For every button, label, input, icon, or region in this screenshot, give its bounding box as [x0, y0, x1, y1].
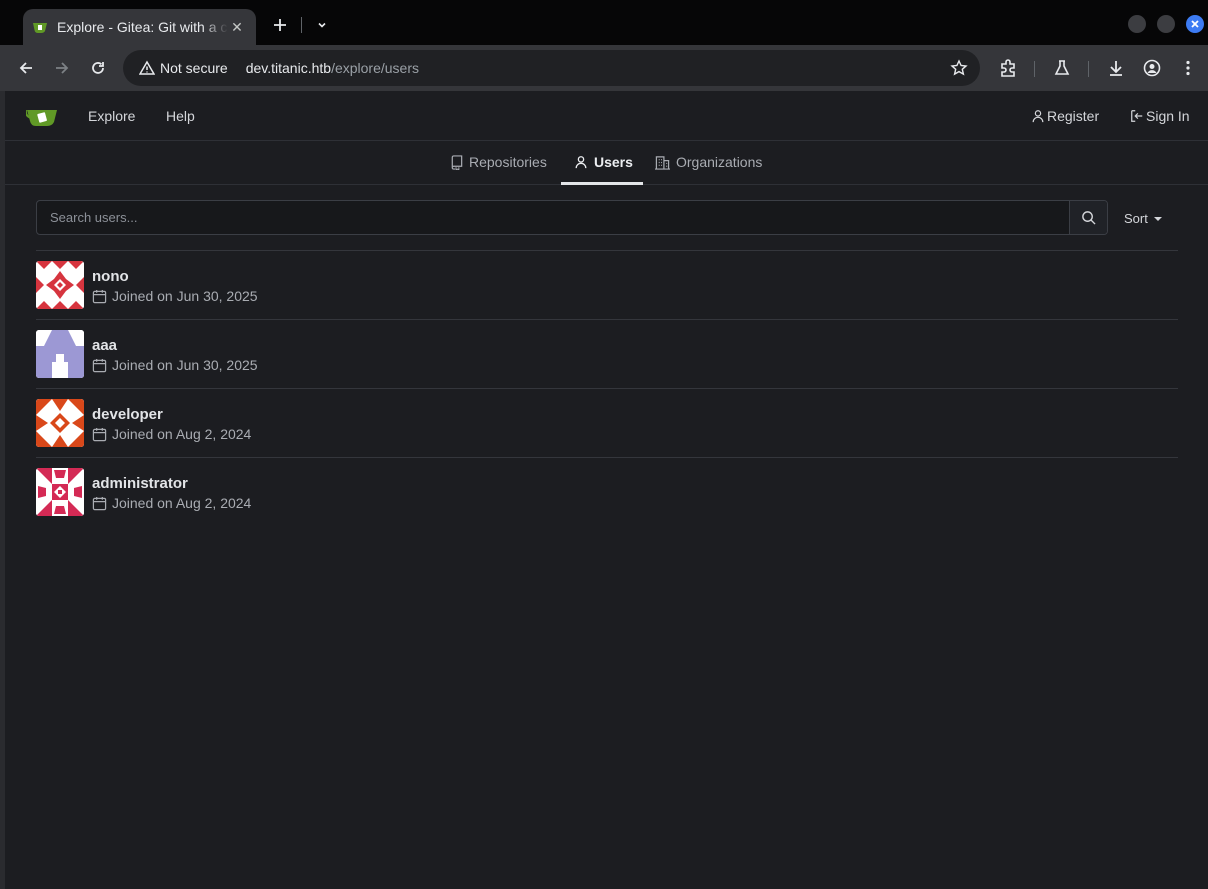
username-link[interactable]: aaa [92, 337, 117, 354]
explore-tabs: Repositories Users Organizations [5, 142, 1208, 185]
download-icon[interactable] [1105, 57, 1127, 79]
tab-title: Explore - Gitea: Git with a cup of tea [57, 19, 228, 35]
active-tab-indicator [561, 182, 643, 185]
identicon-avatar-icon [36, 399, 84, 447]
reload-button[interactable] [86, 56, 110, 80]
tab-separator [301, 17, 302, 33]
avatar[interactable] [36, 261, 84, 309]
joined-date-text: Joined on Aug 2, 2024 [112, 426, 252, 442]
forward-button[interactable] [50, 56, 74, 80]
url-path: /explore/users [331, 60, 419, 76]
arrow-right-icon [56, 62, 69, 74]
nav-help-link[interactable]: Help [166, 108, 195, 124]
avatar[interactable] [36, 399, 84, 447]
joined-date: Joined on Jun 30, 2025 [92, 288, 258, 304]
back-button[interactable] [14, 56, 38, 80]
tab-users-label: Users [594, 154, 633, 170]
tab-organizations-label: Organizations [676, 154, 763, 170]
avatar[interactable] [36, 330, 84, 378]
extensions-icon[interactable] [997, 57, 1019, 79]
close-icon [1191, 20, 1199, 28]
address-bar[interactable]: Not secure dev.titanic.htb/explore/users [123, 50, 980, 86]
gitea-favicon-icon [33, 23, 47, 33]
gitea-page: Explore Help Register Sign In Repositori… [5, 91, 1208, 889]
joined-date-text: Joined on Jun 30, 2025 [112, 288, 258, 304]
toolbar-separator [1088, 61, 1089, 77]
caret-down-icon [1153, 216, 1162, 221]
security-chip[interactable]: Not secure [133, 54, 236, 82]
identicon-avatar-icon [36, 468, 84, 516]
labs-flask-icon[interactable] [1051, 57, 1073, 79]
reload-icon [92, 62, 104, 74]
url-host: dev.titanic.htb [245, 60, 332, 76]
username-link[interactable]: nono [92, 268, 129, 285]
url-text[interactable]: dev.titanic.htb/explore/users [246, 60, 419, 76]
avatar[interactable] [36, 468, 84, 516]
top-navbar: Explore Help Register Sign In [5, 91, 1208, 141]
tab-close-icon[interactable]: ✕ [228, 18, 246, 36]
calendar-icon [92, 496, 107, 510]
browser-tab[interactable]: Explore - Gitea: Git with a cup of tea ✕ [23, 9, 256, 45]
user-list: nono Joined on Jun 30, 2025 aaa Joined o… [36, 250, 1178, 526]
search-input[interactable] [37, 201, 1070, 234]
tab-repositories[interactable]: Repositories [450, 154, 547, 170]
joined-date-text: Joined on Aug 2, 2024 [112, 495, 252, 511]
arrow-left-icon [19, 62, 32, 74]
calendar-icon [92, 427, 107, 441]
browser-toolbar: Not secure dev.titanic.htb/explore/users [0, 45, 1208, 91]
sign-in-icon [1131, 110, 1143, 122]
list-item: administrator Joined on Aug 2, 2024 [36, 457, 1178, 526]
tab-users[interactable]: Users [574, 154, 633, 170]
gitea-logo-icon[interactable] [26, 105, 58, 127]
joined-date-text: Joined on Jun 30, 2025 [112, 357, 258, 373]
new-tab-icon[interactable] [268, 13, 292, 37]
toolbar-separator [1034, 61, 1035, 77]
username-link[interactable]: developer [92, 406, 163, 423]
username-link[interactable]: administrator [92, 475, 188, 492]
search-icon [1082, 211, 1096, 225]
search-button[interactable] [1069, 201, 1107, 234]
menu-kebab-icon[interactable] [1177, 57, 1199, 79]
joined-date: Joined on Jun 30, 2025 [92, 357, 258, 373]
joined-date: Joined on Aug 2, 2024 [92, 426, 251, 442]
list-item: developer Joined on Aug 2, 2024 [36, 388, 1178, 457]
tab-list-chevron-icon[interactable] [310, 13, 334, 37]
list-item: nono Joined on Jun 30, 2025 [36, 250, 1178, 319]
tab-organizations[interactable]: Organizations [655, 154, 762, 170]
register-link[interactable]: Register [1031, 108, 1099, 124]
minimize-button[interactable] [1128, 15, 1146, 33]
user-search-form [36, 200, 1108, 235]
calendar-icon [92, 289, 107, 303]
identicon-avatar-icon [36, 330, 84, 378]
warning-icon [139, 60, 155, 75]
close-window-button[interactable] [1186, 15, 1204, 33]
bookmark-star-icon[interactable] [950, 59, 968, 77]
sign-in-link[interactable]: Sign In [1130, 108, 1190, 124]
nav-explore-link[interactable]: Explore [88, 108, 135, 124]
register-label: Register [1047, 108, 1100, 124]
person-icon [1032, 110, 1044, 123]
tab-repositories-label: Repositories [469, 154, 547, 170]
list-item: aaa Joined on Jun 30, 2025 [36, 319, 1178, 388]
identicon-avatar-icon [36, 261, 84, 309]
calendar-icon [92, 358, 107, 372]
sign-in-label: Sign In [1146, 108, 1190, 124]
repo-icon [451, 154, 463, 170]
sort-dropdown[interactable]: Sort [1124, 211, 1162, 226]
person-icon [575, 156, 587, 169]
security-label: Not secure [160, 60, 228, 76]
profile-icon[interactable] [1141, 57, 1163, 79]
maximize-button[interactable] [1157, 15, 1175, 33]
joined-date: Joined on Aug 2, 2024 [92, 495, 251, 511]
browser-tab-bar: Explore - Gitea: Git with a cup of tea ✕ [0, 0, 1208, 45]
sort-label: Sort [1124, 211, 1148, 226]
organization-icon [655, 155, 670, 170]
